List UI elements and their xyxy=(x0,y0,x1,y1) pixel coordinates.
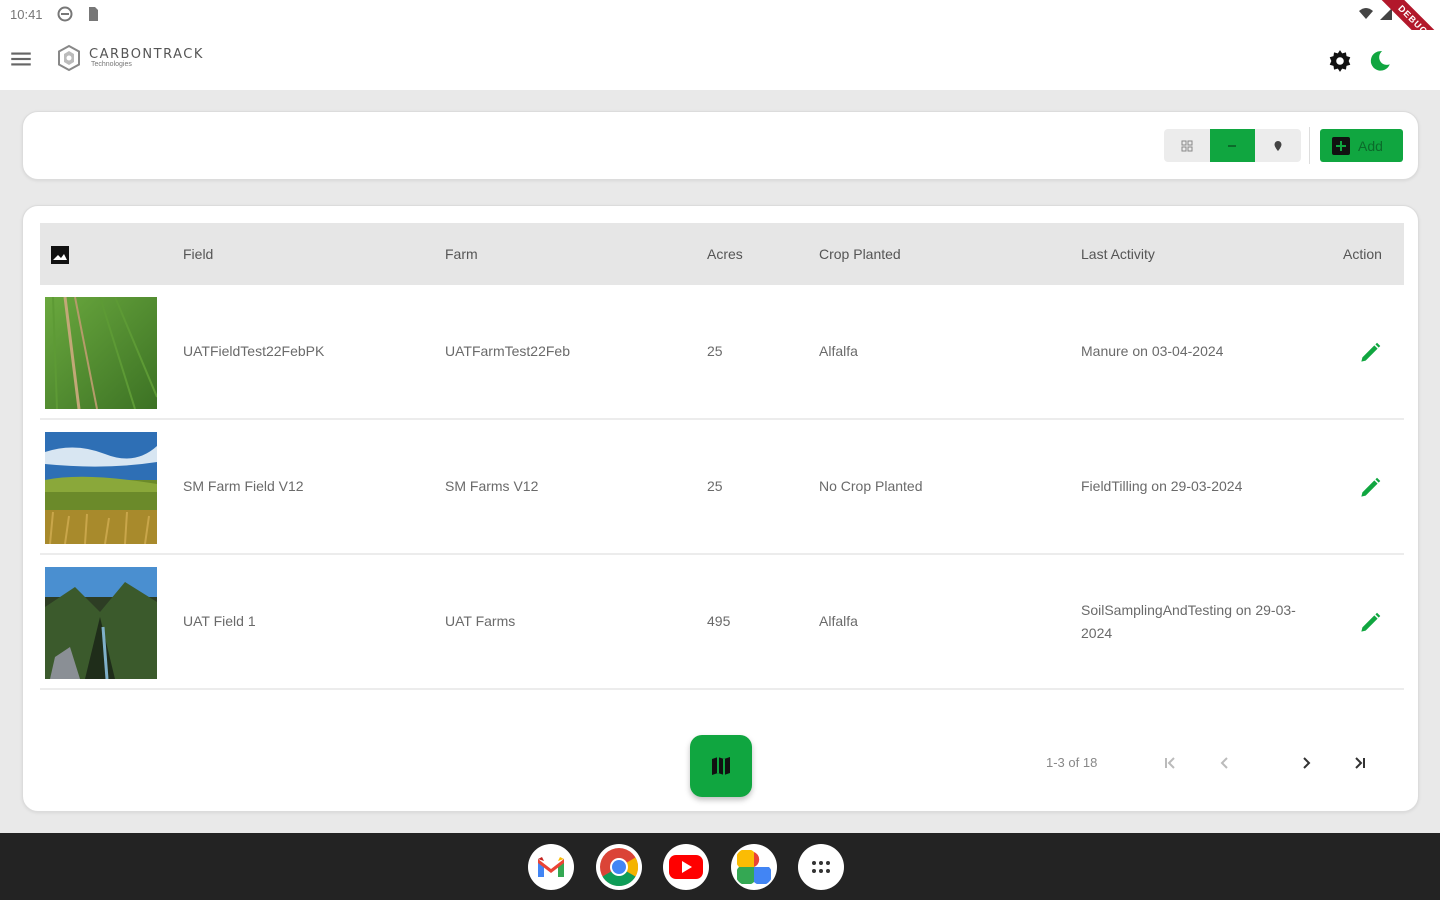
previous-page-button[interactable] xyxy=(1213,751,1237,775)
youtube-icon xyxy=(669,855,703,879)
sim-card-icon xyxy=(89,7,98,21)
cell-farm: SM Farms V12 xyxy=(445,478,539,494)
map-icon xyxy=(712,757,730,775)
app-bar: CARBONTRACK Technologies xyxy=(0,30,1440,90)
table-row[interactable]: SM Farm Field V12 SM Farms V12 25 No Cro… xyxy=(40,420,1404,555)
system-dock xyxy=(0,833,1440,900)
wifi-icon xyxy=(1359,8,1373,19)
chevron-right-icon xyxy=(1303,757,1311,769)
photos-icon xyxy=(737,850,771,884)
list-view-icon xyxy=(1228,144,1237,147)
cell-crop: Alfalfa xyxy=(819,613,858,629)
fields-table-card: Field Farm Acres Crop Planted Last Activ… xyxy=(22,205,1419,812)
photos-app[interactable] xyxy=(731,844,777,890)
chrome-app[interactable] xyxy=(596,844,642,890)
edit-pencil-icon[interactable] xyxy=(1357,475,1383,501)
map-view-button[interactable] xyxy=(1255,129,1301,162)
column-header-action: Action xyxy=(1343,246,1382,262)
cell-last-activity: SoilSamplingAndTesting on 29-03-2024 xyxy=(1081,601,1296,641)
cell-crop: Alfalfa xyxy=(819,343,858,359)
cell-last-activity: FieldTilling on 29-03-2024 xyxy=(1081,478,1243,494)
map-pin-view-icon xyxy=(1274,140,1282,151)
last-page-icon xyxy=(1355,757,1365,769)
toolbar-card: Add xyxy=(22,111,1419,180)
column-header-farm[interactable]: Farm xyxy=(445,223,478,285)
map-fab-button[interactable] xyxy=(690,735,752,797)
cell-field: UAT Field 1 xyxy=(183,613,256,629)
edit-pencil-icon[interactable] xyxy=(1357,610,1383,636)
settings-gear-icon[interactable] xyxy=(1327,48,1353,74)
cell-acres: 25 xyxy=(707,478,723,494)
youtube-app[interactable] xyxy=(663,844,709,890)
column-header-acres[interactable]: Acres xyxy=(707,223,743,285)
dark-mode-moon-icon[interactable] xyxy=(1367,48,1393,74)
brand-subtitle: Technologies xyxy=(91,60,132,68)
grid-view-icon xyxy=(1181,140,1193,151)
add-field-button[interactable]: Add xyxy=(1320,129,1403,162)
image-column-icon xyxy=(51,246,69,264)
app-launcher-icon xyxy=(812,861,830,873)
cell-acres: 25 xyxy=(707,343,723,359)
first-page-icon xyxy=(1165,757,1175,769)
add-button-label: Add xyxy=(1358,137,1383,154)
cell-acres: 495 xyxy=(707,613,731,629)
add-box-icon xyxy=(1332,136,1350,155)
toolbar-divider xyxy=(1309,127,1310,164)
status-bar: 10:41 DEBUG xyxy=(0,0,1440,72)
table-row[interactable]: UAT Field 1 UAT Farms 495 Alfalfa SoilSa… xyxy=(40,555,1404,690)
brand-name: CARBONTRACK xyxy=(89,46,204,62)
status-time: 10:41 xyxy=(10,7,43,22)
cell-farm: UATFarmTest22Feb xyxy=(445,343,570,359)
brand-logo: CARBONTRACK Technologies xyxy=(55,44,204,72)
gmail-icon xyxy=(538,857,564,877)
table-row[interactable]: UATFieldTest22FebPK UATFarmTest22Feb 25 … xyxy=(40,285,1404,420)
first-page-button[interactable] xyxy=(1158,751,1182,775)
table-header: Field Farm Acres Crop Planted Last Activ… xyxy=(40,223,1404,285)
cell-field: UATFieldTest22FebPK xyxy=(183,343,325,359)
column-header-crop[interactable]: Crop Planted xyxy=(819,223,901,285)
dnd-icon xyxy=(57,6,73,22)
field-thumbnail xyxy=(45,297,157,409)
list-view-button[interactable] xyxy=(1209,129,1256,162)
last-page-button[interactable] xyxy=(1348,751,1372,775)
column-header-last-activity[interactable]: Last Activity xyxy=(1081,223,1155,285)
menu-icon[interactable] xyxy=(8,46,34,72)
cell-last-activity: Manure on 03-04-2024 xyxy=(1081,343,1224,359)
next-page-button[interactable] xyxy=(1294,751,1318,775)
grid-view-button[interactable] xyxy=(1164,129,1210,162)
cell-field: SM Farm Field V12 xyxy=(183,478,304,494)
cell-farm: UAT Farms xyxy=(445,613,516,629)
chevron-left-icon xyxy=(1220,757,1228,769)
gmail-app[interactable] xyxy=(528,844,574,890)
chrome-icon xyxy=(600,848,639,887)
edit-pencil-icon[interactable] xyxy=(1357,340,1383,366)
app-launcher[interactable] xyxy=(798,844,844,890)
view-mode-toggle xyxy=(1164,129,1301,162)
cell-crop: No Crop Planted xyxy=(819,478,923,494)
field-thumbnail xyxy=(45,432,157,544)
brand-mark-icon xyxy=(58,44,80,72)
column-header-field[interactable]: Field xyxy=(183,223,213,285)
pagination-range: 1-3 of 18 xyxy=(1046,755,1098,770)
field-thumbnail xyxy=(45,567,157,679)
